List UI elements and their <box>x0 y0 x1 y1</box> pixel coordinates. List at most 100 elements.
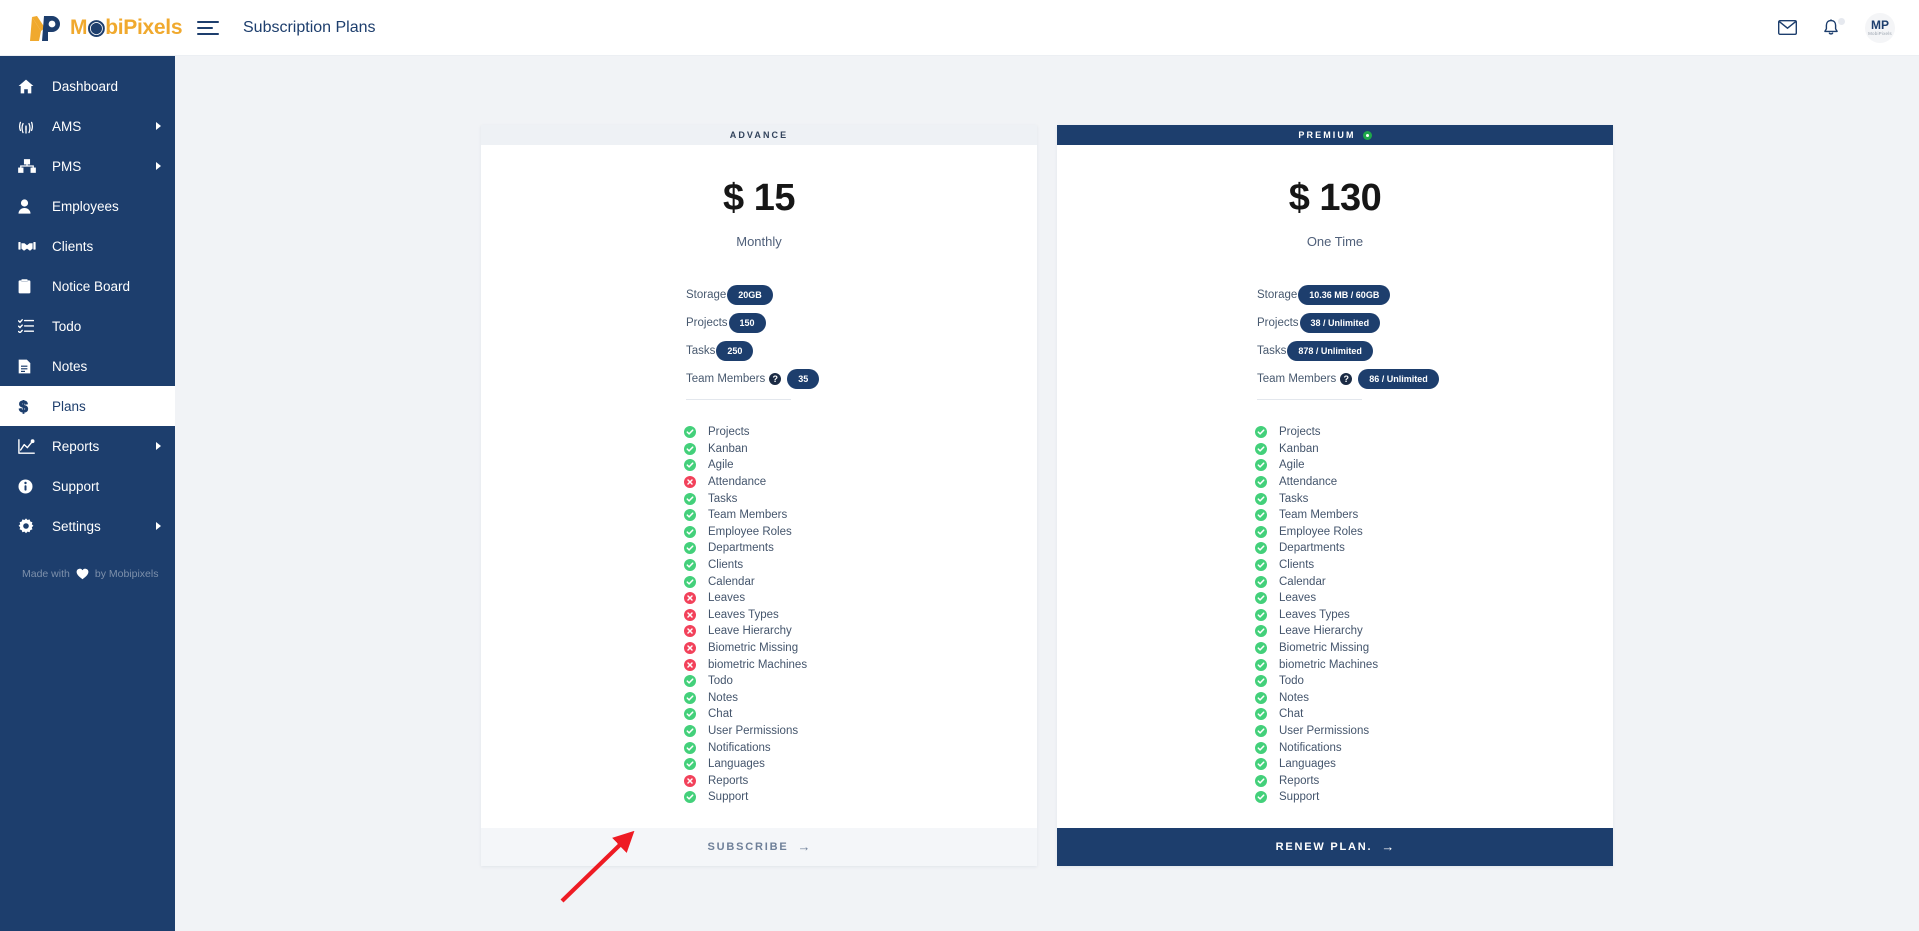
feature-label: Chat <box>708 708 733 721</box>
sidebar-item-employees[interactable]: Employees <box>0 186 175 226</box>
cross-circle-icon <box>684 608 696 621</box>
check-circle-icon <box>684 442 696 455</box>
feature-item: Projects <box>684 424 1037 441</box>
active-plan-indicator-icon <box>1362 130 1372 140</box>
check-circle-icon <box>684 758 696 771</box>
check-circle-icon <box>1255 542 1267 555</box>
feature-label: Calendar <box>1279 575 1326 588</box>
plans-container: ADVANCE $ 15 Monthly Storage 20GB Projec… <box>175 70 1919 866</box>
fingerprint-icon <box>18 116 40 136</box>
sidebar-item-pms[interactable]: PMS <box>0 146 175 186</box>
stats-divider <box>686 399 791 400</box>
sidebar-item-notes[interactable]: Notes <box>0 346 175 386</box>
feature-item: Calendar <box>1255 573 1613 590</box>
stat-label: Storage <box>686 289 727 301</box>
sidebar-item-ams[interactable]: AMS <box>0 106 175 146</box>
hamburger-line <box>197 32 219 35</box>
feature-label: Attendance <box>708 476 767 489</box>
feature-item: Reports <box>1255 772 1613 789</box>
feature-label: Biometric Missing <box>708 642 799 655</box>
feature-label: Leaves <box>708 592 746 605</box>
feature-label: Departments <box>1279 542 1345 555</box>
hamburger-line <box>197 26 213 29</box>
feature-item: Agile <box>684 457 1037 474</box>
sidebar-nav: Dashboard AMS PMS Employees Clients Notice Bo… <box>0 66 175 546</box>
feature-label: Notes <box>1279 691 1310 704</box>
sidebar-toggle-button[interactable] <box>197 17 223 39</box>
feature-label: Notifications <box>708 741 771 754</box>
messages-button[interactable] <box>1778 20 1797 35</box>
feature-label: Departments <box>708 542 774 555</box>
sidebar-item-dashboard[interactable]: Dashboard <box>0 66 175 106</box>
subscribe-button[interactable]: SUBSCRIBE → <box>481 827 1037 866</box>
arrow-right-icon: → <box>1381 839 1395 855</box>
sidebar-item-notice-board[interactable]: Notice Board <box>0 266 175 306</box>
sidebar-item-label: Todo <box>52 318 82 334</box>
feature-item: Todo <box>684 673 1037 690</box>
stat-label: Projects <box>1257 317 1299 329</box>
cta-label: RENEW PLAN. <box>1275 840 1373 853</box>
feature-label: Agile <box>708 459 734 472</box>
feature-item: Agile <box>1255 457 1613 474</box>
stat-row: Tasks 250 <box>686 337 1037 365</box>
feature-item: Notifications <box>1255 739 1613 756</box>
check-circle-icon <box>684 559 696 572</box>
plan-period: Monthly <box>736 234 782 249</box>
feature-item: User Permissions <box>1255 723 1613 740</box>
cross-circle-icon <box>684 658 696 671</box>
chevron-right-icon <box>156 442 161 450</box>
sidebar-item-support[interactable]: Support <box>0 466 175 506</box>
feature-label: Languages <box>1279 758 1336 771</box>
plan-features: Projects Kanban Agile Attendance Tasks T… <box>481 424 1037 806</box>
check-circle-icon <box>1255 575 1267 588</box>
feature-item: User Permissions <box>684 723 1037 740</box>
gear-icon <box>18 516 40 536</box>
feature-label: Tasks <box>708 492 738 505</box>
sidebar-item-settings[interactable]: Settings <box>0 506 175 546</box>
feature-label: Biometric Missing <box>1279 642 1370 655</box>
stat-row: Projects 38 / Unlimited <box>1257 309 1613 337</box>
renew-plan-button[interactable]: RENEW PLAN. → <box>1057 827 1613 866</box>
feature-item: biometric Machines <box>1255 656 1613 673</box>
heart-icon <box>76 568 89 580</box>
hamburger-line <box>197 20 219 23</box>
feature-item: Notes <box>684 690 1037 707</box>
help-icon[interactable]: ? <box>769 373 782 385</box>
notifications-button[interactable] <box>1823 17 1845 37</box>
feature-item: Todo <box>1255 673 1613 690</box>
feature-item: Leaves <box>684 590 1037 607</box>
chevron-right-icon <box>156 162 161 170</box>
sidebar-item-label: Notice Board <box>52 278 131 294</box>
feature-label: Notes <box>708 691 739 704</box>
brand-logo-area[interactable]: M◉biPixels <box>0 13 183 43</box>
feature-item: Chat <box>1255 706 1613 723</box>
feature-item: Employee Roles <box>684 524 1037 541</box>
stat-value-badge: 86 / Unlimited <box>1358 369 1439 389</box>
sidebar-item-clients[interactable]: Clients <box>0 226 175 266</box>
feature-item: Reports <box>684 772 1037 789</box>
stat-row: Storage 20GB <box>686 281 1037 309</box>
help-icon[interactable]: ? <box>1340 373 1353 385</box>
check-circle-icon <box>1255 525 1267 538</box>
sidebar-item-plans[interactable]: $ Plans <box>0 386 175 426</box>
check-circle-icon <box>1255 559 1267 572</box>
feature-label: Team Members <box>1279 509 1359 522</box>
sidebar-item-label: Notes <box>52 358 88 374</box>
stat-value-badge: 10.36 MB / 60GB <box>1298 285 1391 305</box>
avatar[interactable]: MP MobiPixels <box>1865 12 1895 43</box>
sidebar-footer: Made with by Mobipixels <box>0 568 175 580</box>
sidebar-item-reports[interactable]: Reports <box>0 426 175 466</box>
sidebar-item-todo[interactable]: Todo <box>0 306 175 346</box>
feature-label: biometric Machines <box>1279 658 1379 671</box>
check-circle-icon <box>1255 608 1267 621</box>
sidebar-item-label: Reports <box>52 438 100 454</box>
home-icon <box>18 76 40 96</box>
stat-row: Tasks 878 / Unlimited <box>1257 337 1613 365</box>
plan-header: PREMIUM <box>1057 125 1613 145</box>
chart-icon <box>18 436 40 456</box>
bell-icon <box>1824 18 1838 35</box>
plan-price: $ 130 <box>1288 177 1382 219</box>
check-circle-icon <box>1255 442 1267 455</box>
stat-label: Team Members <box>1257 373 1337 385</box>
feature-label: Leave Hierarchy <box>708 625 792 638</box>
